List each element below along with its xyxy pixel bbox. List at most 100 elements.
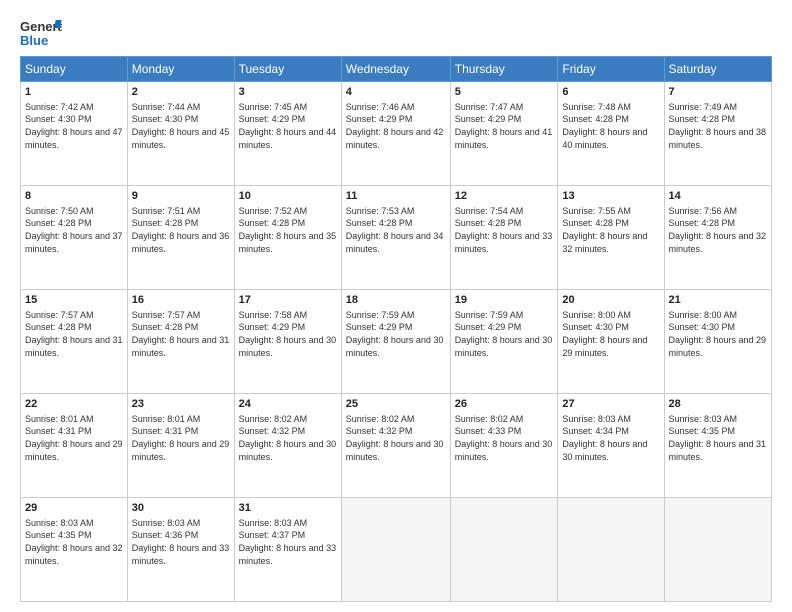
calendar-cell: 8Sunrise: 7:50 AMSunset: 4:28 PMDaylight… bbox=[21, 186, 128, 290]
day-header-saturday: Saturday bbox=[664, 57, 772, 82]
calendar-cell: 25Sunrise: 8:02 AMSunset: 4:32 PMDayligh… bbox=[341, 394, 450, 498]
day-number: 16 bbox=[132, 293, 230, 308]
cell-info: Sunrise: 7:59 AMSunset: 4:29 PMDaylight:… bbox=[346, 309, 446, 359]
calendar-cell: 22Sunrise: 8:01 AMSunset: 4:31 PMDayligh… bbox=[21, 394, 128, 498]
logo: General Blue bbox=[20, 18, 62, 48]
cell-info: Sunrise: 7:54 AMSunset: 4:28 PMDaylight:… bbox=[455, 205, 554, 255]
calendar-cell: 26Sunrise: 8:02 AMSunset: 4:33 PMDayligh… bbox=[450, 394, 558, 498]
cell-info: Sunrise: 7:47 AMSunset: 4:29 PMDaylight:… bbox=[455, 101, 554, 151]
day-number: 26 bbox=[455, 397, 554, 412]
day-number: 19 bbox=[455, 293, 554, 308]
calendar-cell: 29Sunrise: 8:03 AMSunset: 4:35 PMDayligh… bbox=[21, 498, 128, 602]
cell-info: Sunrise: 7:52 AMSunset: 4:28 PMDaylight:… bbox=[239, 205, 337, 255]
day-number: 31 bbox=[239, 501, 337, 516]
day-number: 25 bbox=[346, 397, 446, 412]
day-number: 6 bbox=[562, 85, 659, 100]
cell-info: Sunrise: 8:01 AMSunset: 4:31 PMDaylight:… bbox=[132, 413, 230, 463]
cell-info: Sunrise: 7:42 AMSunset: 4:30 PMDaylight:… bbox=[25, 101, 123, 151]
cell-info: Sunrise: 7:49 AMSunset: 4:28 PMDaylight:… bbox=[669, 101, 768, 151]
cell-info: Sunrise: 8:02 AMSunset: 4:33 PMDaylight:… bbox=[455, 413, 554, 463]
day-number: 3 bbox=[239, 85, 337, 100]
cell-info: Sunrise: 7:48 AMSunset: 4:28 PMDaylight:… bbox=[562, 101, 659, 151]
day-number: 18 bbox=[346, 293, 446, 308]
calendar-cell: 30Sunrise: 8:03 AMSunset: 4:36 PMDayligh… bbox=[127, 498, 234, 602]
calendar-cell bbox=[341, 498, 450, 602]
calendar-cell: 4Sunrise: 7:46 AMSunset: 4:29 PMDaylight… bbox=[341, 82, 450, 186]
cell-info: Sunrise: 8:02 AMSunset: 4:32 PMDaylight:… bbox=[239, 413, 337, 463]
day-number: 8 bbox=[25, 189, 123, 204]
calendar-week-5: 29Sunrise: 8:03 AMSunset: 4:35 PMDayligh… bbox=[21, 498, 772, 602]
day-number: 5 bbox=[455, 85, 554, 100]
calendar-cell: 16Sunrise: 7:57 AMSunset: 4:28 PMDayligh… bbox=[127, 290, 234, 394]
day-number: 22 bbox=[25, 397, 123, 412]
cell-info: Sunrise: 8:03 AMSunset: 4:34 PMDaylight:… bbox=[562, 413, 659, 463]
calendar-cell: 28Sunrise: 8:03 AMSunset: 4:35 PMDayligh… bbox=[664, 394, 772, 498]
calendar-week-4: 22Sunrise: 8:01 AMSunset: 4:31 PMDayligh… bbox=[21, 394, 772, 498]
day-number: 12 bbox=[455, 189, 554, 204]
day-header-wednesday: Wednesday bbox=[341, 57, 450, 82]
day-number: 24 bbox=[239, 397, 337, 412]
cell-info: Sunrise: 7:57 AMSunset: 4:28 PMDaylight:… bbox=[132, 309, 230, 359]
day-number: 23 bbox=[132, 397, 230, 412]
cell-info: Sunrise: 8:03 AMSunset: 4:35 PMDaylight:… bbox=[25, 517, 123, 567]
calendar-cell: 13Sunrise: 7:55 AMSunset: 4:28 PMDayligh… bbox=[558, 186, 664, 290]
calendar-cell: 15Sunrise: 7:57 AMSunset: 4:28 PMDayligh… bbox=[21, 290, 128, 394]
cell-info: Sunrise: 7:56 AMSunset: 4:28 PMDaylight:… bbox=[669, 205, 768, 255]
calendar-cell: 27Sunrise: 8:03 AMSunset: 4:34 PMDayligh… bbox=[558, 394, 664, 498]
day-number: 27 bbox=[562, 397, 659, 412]
header: General Blue bbox=[20, 18, 772, 48]
calendar-cell: 17Sunrise: 7:58 AMSunset: 4:29 PMDayligh… bbox=[234, 290, 341, 394]
calendar-cell: 14Sunrise: 7:56 AMSunset: 4:28 PMDayligh… bbox=[664, 186, 772, 290]
cell-info: Sunrise: 7:51 AMSunset: 4:28 PMDaylight:… bbox=[132, 205, 230, 255]
calendar-cell: 12Sunrise: 7:54 AMSunset: 4:28 PMDayligh… bbox=[450, 186, 558, 290]
calendar-cell: 2Sunrise: 7:44 AMSunset: 4:30 PMDaylight… bbox=[127, 82, 234, 186]
page: General Blue SundayMondayTuesdayWednesda… bbox=[0, 0, 792, 612]
day-number: 17 bbox=[239, 293, 337, 308]
cell-info: Sunrise: 8:03 AMSunset: 4:36 PMDaylight:… bbox=[132, 517, 230, 567]
day-header-monday: Monday bbox=[127, 57, 234, 82]
day-number: 29 bbox=[25, 501, 123, 516]
day-header-tuesday: Tuesday bbox=[234, 57, 341, 82]
cell-info: Sunrise: 7:55 AMSunset: 4:28 PMDaylight:… bbox=[562, 205, 659, 255]
cell-info: Sunrise: 7:59 AMSunset: 4:29 PMDaylight:… bbox=[455, 309, 554, 359]
day-header-sunday: Sunday bbox=[21, 57, 128, 82]
calendar-week-2: 8Sunrise: 7:50 AMSunset: 4:28 PMDaylight… bbox=[21, 186, 772, 290]
cell-info: Sunrise: 7:58 AMSunset: 4:29 PMDaylight:… bbox=[239, 309, 337, 359]
cell-info: Sunrise: 8:00 AMSunset: 4:30 PMDaylight:… bbox=[562, 309, 659, 359]
cell-info: Sunrise: 8:02 AMSunset: 4:32 PMDaylight:… bbox=[346, 413, 446, 463]
calendar-cell bbox=[558, 498, 664, 602]
cell-info: Sunrise: 7:50 AMSunset: 4:28 PMDaylight:… bbox=[25, 205, 123, 255]
calendar-cell: 31Sunrise: 8:03 AMSunset: 4:37 PMDayligh… bbox=[234, 498, 341, 602]
day-number: 7 bbox=[669, 85, 768, 100]
calendar-cell: 20Sunrise: 8:00 AMSunset: 4:30 PMDayligh… bbox=[558, 290, 664, 394]
logo-svg: General Blue bbox=[20, 18, 62, 48]
calendar-cell bbox=[664, 498, 772, 602]
cell-info: Sunrise: 8:01 AMSunset: 4:31 PMDaylight:… bbox=[25, 413, 123, 463]
calendar-header-row: SundayMondayTuesdayWednesdayThursdayFrid… bbox=[21, 57, 772, 82]
cell-info: Sunrise: 7:44 AMSunset: 4:30 PMDaylight:… bbox=[132, 101, 230, 151]
cell-info: Sunrise: 8:03 AMSunset: 4:37 PMDaylight:… bbox=[239, 517, 337, 567]
calendar-cell: 7Sunrise: 7:49 AMSunset: 4:28 PMDaylight… bbox=[664, 82, 772, 186]
calendar-cell: 18Sunrise: 7:59 AMSunset: 4:29 PMDayligh… bbox=[341, 290, 450, 394]
calendar-cell: 1Sunrise: 7:42 AMSunset: 4:30 PMDaylight… bbox=[21, 82, 128, 186]
cell-info: Sunrise: 7:45 AMSunset: 4:29 PMDaylight:… bbox=[239, 101, 337, 151]
calendar-cell: 9Sunrise: 7:51 AMSunset: 4:28 PMDaylight… bbox=[127, 186, 234, 290]
day-number: 21 bbox=[669, 293, 768, 308]
calendar-cell: 19Sunrise: 7:59 AMSunset: 4:29 PMDayligh… bbox=[450, 290, 558, 394]
cell-info: Sunrise: 7:46 AMSunset: 4:29 PMDaylight:… bbox=[346, 101, 446, 151]
day-number: 13 bbox=[562, 189, 659, 204]
svg-text:Blue: Blue bbox=[20, 33, 48, 48]
calendar-table: SundayMondayTuesdayWednesdayThursdayFrid… bbox=[20, 56, 772, 602]
cell-info: Sunrise: 8:00 AMSunset: 4:30 PMDaylight:… bbox=[669, 309, 768, 359]
calendar-cell: 5Sunrise: 7:47 AMSunset: 4:29 PMDaylight… bbox=[450, 82, 558, 186]
calendar-cell: 11Sunrise: 7:53 AMSunset: 4:28 PMDayligh… bbox=[341, 186, 450, 290]
day-number: 30 bbox=[132, 501, 230, 516]
cell-info: Sunrise: 8:03 AMSunset: 4:35 PMDaylight:… bbox=[669, 413, 768, 463]
day-number: 9 bbox=[132, 189, 230, 204]
calendar-cell: 6Sunrise: 7:48 AMSunset: 4:28 PMDaylight… bbox=[558, 82, 664, 186]
day-header-friday: Friday bbox=[558, 57, 664, 82]
day-number: 15 bbox=[25, 293, 123, 308]
cell-info: Sunrise: 7:53 AMSunset: 4:28 PMDaylight:… bbox=[346, 205, 446, 255]
day-number: 2 bbox=[132, 85, 230, 100]
day-number: 28 bbox=[669, 397, 768, 412]
